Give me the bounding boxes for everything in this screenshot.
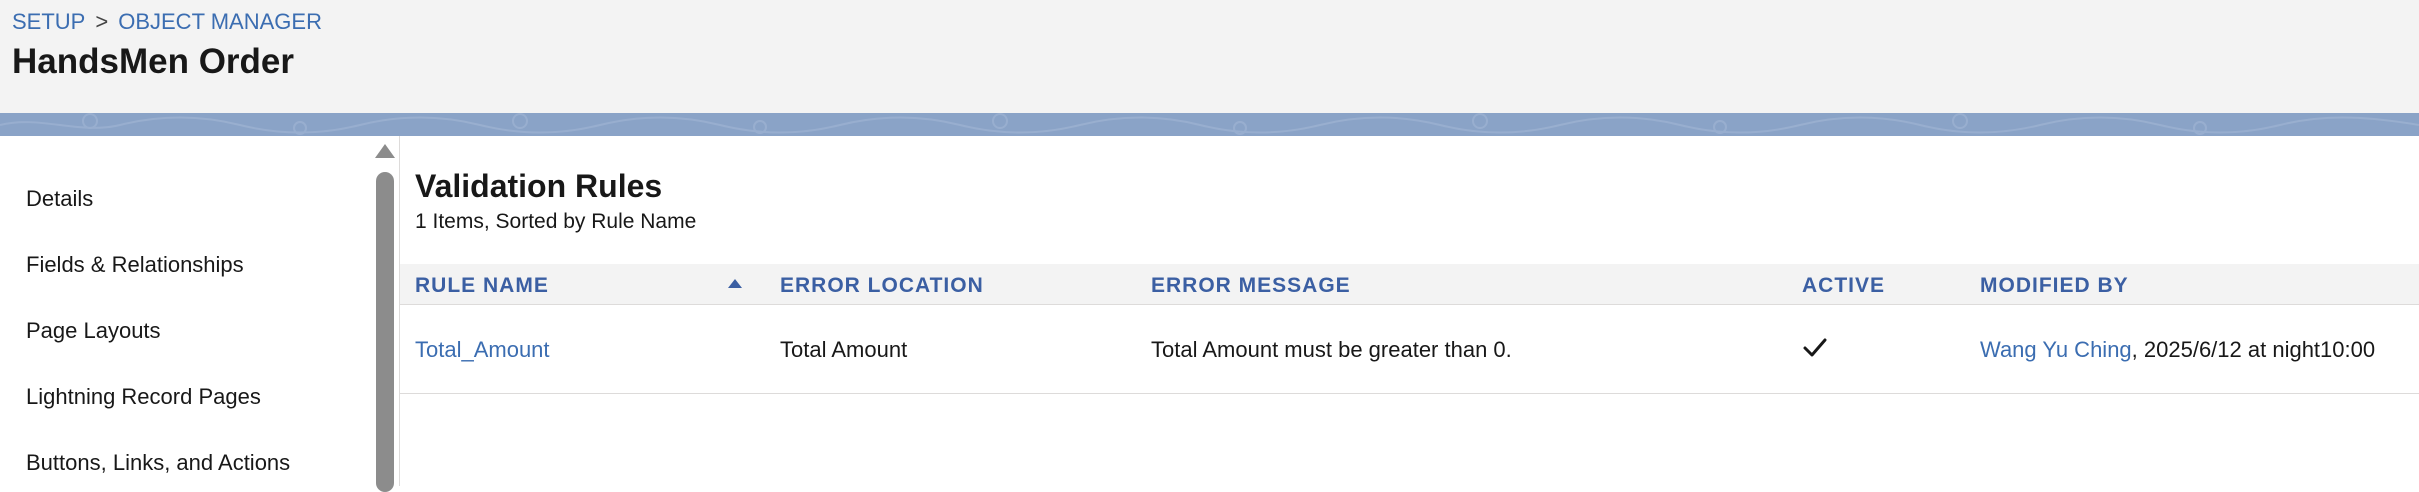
checkmark-icon — [1803, 338, 1827, 357]
breadcrumb-setup-link[interactable]: SETUP — [12, 9, 85, 35]
scrollbar-thumb[interactable] — [376, 172, 394, 492]
breadcrumb-object-manager-link[interactable]: OBJECT MANAGER — [118, 9, 322, 35]
column-header-modified-by[interactable]: MODIFIED BY — [1980, 274, 2129, 298]
sidebar: Details Fields & Relationships Page Layo… — [0, 136, 400, 492]
section-subtitle: 1 Items, Sorted by Rule Name — [415, 210, 697, 233]
page-header: SETUP > OBJECT MANAGER HandsMen Order — [0, 0, 2419, 113]
column-header-error-location[interactable]: ERROR LOCATION — [780, 274, 984, 298]
main-content: Validation Rules 1 Items, Sorted by Rule… — [400, 136, 2419, 486]
breadcrumb-separator: > — [95, 9, 109, 34]
sidebar-scrollbar[interactable] — [373, 136, 397, 492]
sidebar-item-page-layouts[interactable]: Page Layouts — [26, 318, 161, 344]
error-location-cell: Total Amount — [780, 337, 908, 362]
table-row: Total_Amount Total Amount Total Amount m… — [400, 306, 2419, 394]
scroll-up-arrow-icon[interactable] — [375, 144, 395, 158]
sidebar-item-fields-relationships[interactable]: Fields & Relationships — [26, 252, 244, 278]
sort-ascending-icon[interactable] — [728, 279, 742, 288]
sidebar-item-lightning-record-pages[interactable]: Lightning Record Pages — [26, 384, 261, 410]
section-title: Validation Rules — [415, 168, 663, 204]
modified-by-user-link[interactable]: Wang Yu Ching — [1980, 337, 2132, 362]
sidebar-item-details[interactable]: Details — [26, 186, 93, 212]
column-header-error-message[interactable]: ERROR MESSAGE — [1151, 274, 1351, 298]
rule-name-link[interactable]: Total_Amount — [415, 337, 550, 363]
breadcrumb: SETUP > OBJECT MANAGER — [12, 9, 322, 35]
column-header-active[interactable]: ACTIVE — [1802, 274, 1885, 298]
banner-pattern-icon — [0, 113, 2419, 135]
page-title: HandsMen Order — [12, 42, 294, 81]
sidebar-item-buttons-links-actions[interactable]: Buttons, Links, and Actions — [26, 450, 290, 476]
column-header-rule-name[interactable]: RULE NAME — [415, 274, 549, 298]
error-message-cell: Total Amount must be greater than 0. — [1151, 337, 1512, 362]
modified-by-cell: Wang Yu Ching, 2025/6/12 at night10:00 — [1980, 337, 2375, 363]
decorative-banner — [0, 113, 2419, 136]
table-header: RULE NAME ERROR LOCATION ERROR MESSAGE A… — [400, 264, 2419, 305]
modified-by-date: , 2025/6/12 at night10:00 — [2131, 337, 2376, 362]
